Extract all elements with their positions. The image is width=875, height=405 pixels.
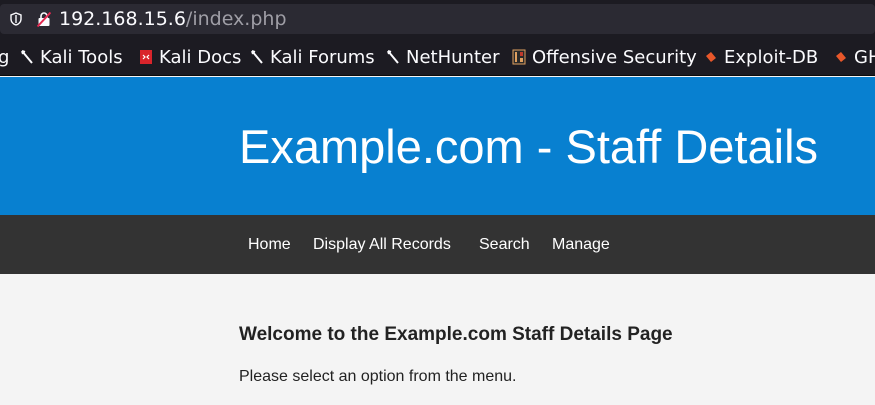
address-bar[interactable]: 192.168.15.6/index.php [0,4,875,34]
kali-docs-icon [140,50,152,64]
browser-toolbar: 192.168.15.6/index.php [0,0,875,40]
url-host: 192.168.15.6 [59,8,186,30]
nav-home[interactable]: Home [248,235,291,255]
insecure-lock-icon[interactable] [37,12,51,27]
bookmark-exploit-db[interactable]: Exploit-DB [704,46,818,70]
bookmark-item[interactable]: g [0,46,9,70]
instruction-text: Please select an option from the menu. [239,368,517,385]
main-content: Welcome to the Example.com Staff Details… [0,274,875,405]
bookmark-offensive-security[interactable]: Offensive Security [512,46,697,70]
main-nav: Home Display All Records Search Manage [0,215,875,274]
tracking-protection-shield-icon[interactable] [10,12,22,26]
url-path: /index.php [185,8,287,30]
site-header: Example.com - Staff Details [0,77,875,215]
bookmark-gh[interactable]: GH [834,46,875,70]
bookmark-label: Exploit-DB [724,47,819,68]
url-text[interactable]: 192.168.15.6/index.php [59,7,287,31]
bookmark-label: Kali Docs [159,47,242,68]
bookmark-label: Offensive Security [532,47,697,68]
bookmark-label: GH [854,47,875,68]
site-title: Example.com - Staff Details [239,120,819,173]
bookmarks-toolbar: g Kali Tools Kali Docs Kali Forums NetHu… [0,40,875,76]
bookmark-label: g [0,47,9,68]
bookmark-label: Kali Tools [40,47,123,68]
exploit-db-icon [836,52,846,62]
welcome-heading: Welcome to the Example.com Staff Details… [239,324,673,345]
kali-dragon-icon [251,50,263,64]
bookmark-nethunter[interactable]: NetHunter [386,46,499,70]
bookmark-label: NetHunter [406,47,500,68]
exploit-db-icon [706,52,716,62]
bookmark-kali-docs[interactable]: Kali Docs [139,46,241,70]
offsec-icon [512,49,526,65]
bookmark-label: Kali Forums [270,47,375,68]
bookmark-kali-tools[interactable]: Kali Tools [20,46,123,70]
nav-display-all-records[interactable]: Display All Records [313,235,451,255]
nav-manage[interactable]: Manage [552,235,610,255]
kali-dragon-icon [21,50,33,64]
kali-dragon-icon [387,50,399,64]
bookmark-kali-forums[interactable]: Kali Forums [250,46,375,70]
nav-search[interactable]: Search [479,235,530,255]
